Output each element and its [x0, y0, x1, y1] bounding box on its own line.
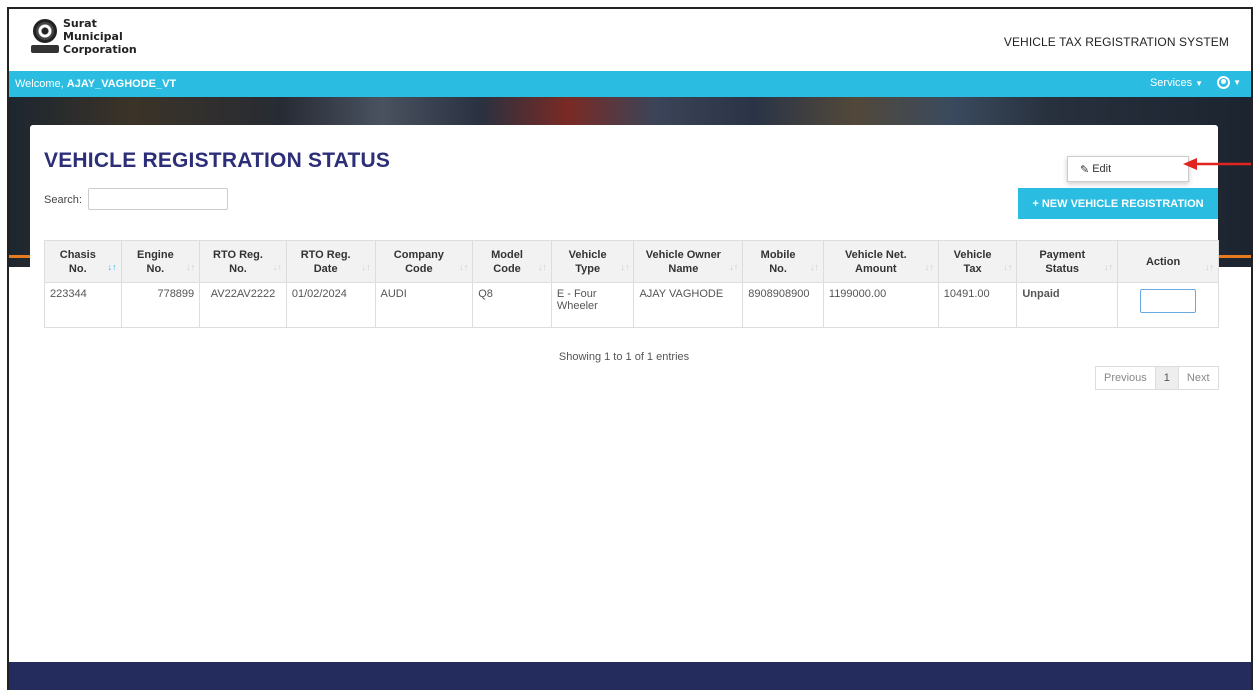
col-rto-reg-date[interactable]: RTO Reg. Date ↓↑	[285, 240, 376, 283]
cell-company-code: AUDI	[374, 282, 474, 328]
cell-rto-reg-date: 01/02/2024	[285, 282, 376, 328]
new-vehicle-registration-button[interactable]: + NEW VEHICLE REGISTRATION	[1018, 188, 1218, 219]
col-rto-reg-no[interactable]: RTO Reg. No. ↓↑	[199, 240, 287, 283]
smc-logo: Surat Municipal Corporation	[31, 17, 137, 57]
table-header-row: Chasis No. ↓↑ Engine No. ↓↑ RTO Reg. No. ↓↑ RT…	[44, 240, 1219, 283]
system-title: VEHICLE TAX REGISTRATION SYSTEM	[1003, 35, 1229, 49]
cell-vehicle-type: E - Four Wheeler	[550, 282, 635, 328]
cell-chasis-no: 223344	[44, 282, 122, 328]
pagination: Previous 1 Next	[1095, 366, 1219, 390]
col-company-code[interactable]: Company Code ↓↑	[374, 240, 474, 283]
sort-icon: ↓↑	[272, 262, 282, 272]
cell-vehicle-tax: 10491.00	[937, 282, 1018, 328]
col-vehicle-type[interactable]: Vehicle Type ↓↑	[550, 240, 635, 283]
sort-icon: ↓↑	[107, 262, 117, 272]
col-engine-no[interactable]: Engine No. ↓↑	[120, 240, 201, 283]
sort-icon: ↓↑	[1104, 262, 1114, 272]
username: AJAY_VAGHODE_VT	[66, 78, 177, 90]
cell-model-code: Q8	[472, 282, 552, 328]
edit-menu-item[interactable]: Edit	[1092, 163, 1111, 175]
search-input[interactable]	[88, 188, 228, 210]
welcome-text: Welcome, AJAY_VAGHODE_VT	[15, 78, 176, 90]
org-name-line1: Surat	[63, 17, 97, 30]
search-label: Search:	[44, 194, 82, 206]
caret-down-icon: ▼	[1233, 78, 1241, 87]
caret-down-icon: ▼	[1195, 78, 1204, 88]
cell-action	[1117, 282, 1219, 328]
table-row: 223344 778899 AV22AV2222 01/02/2024 AUDI…	[44, 282, 1219, 328]
user-circle-icon	[1217, 76, 1231, 89]
col-owner-name[interactable]: Vehicle Owner Name ↓↑	[633, 240, 744, 283]
plus-icon: +	[1032, 197, 1039, 210]
services-menu[interactable]: Services ▼	[1150, 77, 1203, 89]
col-net-amount[interactable]: Vehicle Net. Amount ↓↑	[822, 240, 939, 283]
edit-icon: ✎	[1080, 163, 1090, 176]
col-vehicle-tax[interactable]: Vehicle Tax ↓↑	[937, 240, 1018, 283]
user-menu[interactable]: ▼	[1217, 76, 1241, 89]
welcome-prefix: Welcome,	[15, 78, 67, 90]
footer	[9, 662, 1251, 690]
col-action: Action ↓↑	[1117, 240, 1219, 283]
cell-mobile-no: 8908908900	[742, 282, 824, 328]
sort-icon: ↓↑	[809, 262, 819, 272]
registration-table: Chasis No. ↓↑ Engine No. ↓↑ RTO Reg. No. ↓↑ RT…	[44, 240, 1219, 328]
sort-icon: ↓↑	[729, 262, 739, 272]
action-button[interactable]	[1140, 289, 1197, 313]
col-chasis-no[interactable]: Chasis No. ↓↑	[44, 240, 122, 283]
sort-icon: ↓↑	[361, 262, 371, 272]
cell-payment-status: Unpaid	[1016, 282, 1119, 328]
navbar: Welcome, AJAY_VAGHODE_VT Services ▼ ▼	[9, 71, 1251, 97]
sort-icon: ↓↑	[186, 262, 196, 272]
next-button[interactable]: Next	[1177, 366, 1219, 390]
sort-icon: ↓↑	[459, 262, 469, 272]
page-title: VEHICLE REGISTRATION STATUS	[44, 149, 391, 172]
new-button-label: NEW VEHICLE REGISTRATION	[1041, 197, 1204, 210]
cell-net-amount: 1199000.00	[822, 282, 939, 328]
sort-icon: ↓↑	[537, 262, 547, 272]
sort-icon: ↓↑	[1003, 262, 1013, 272]
sort-icon: ↓↑	[620, 262, 630, 272]
top-header: Surat Municipal Corporation VEHICLE TAX …	[9, 9, 1251, 71]
app-window: Surat Municipal Corporation VEHICLE TAX …	[7, 7, 1253, 690]
table-info: Showing 1 to 1 of 1 entries	[558, 351, 690, 363]
col-payment-status[interactable]: Payment Status ↓↑	[1016, 240, 1119, 283]
col-model-code[interactable]: Model Code ↓↑	[472, 240, 552, 283]
org-name-line2: Municipal	[63, 30, 123, 43]
sort-icon: ↓↑	[924, 262, 934, 272]
previous-button[interactable]: Previous	[1095, 366, 1156, 390]
sort-icon: ↓↑	[1205, 262, 1214, 272]
cell-rto-reg-no: AV22AV2222	[199, 282, 287, 328]
action-dropdown-menu: ✎ Edit	[1067, 156, 1189, 182]
services-label: Services	[1149, 76, 1193, 89]
page-1-button[interactable]: 1	[1154, 366, 1179, 390]
org-name-line3: Corporation	[63, 43, 137, 56]
cell-owner-name: AJAY VAGHODE	[633, 282, 744, 328]
content-card: VEHICLE REGISTRATION STATUS Search: + NE…	[30, 125, 1219, 647]
col-mobile-no[interactable]: Mobile No. ↓↑	[742, 240, 824, 283]
red-arrow-annotation	[1183, 158, 1251, 170]
cell-engine-no: 778899	[120, 282, 201, 328]
emblem-icon	[31, 17, 59, 57]
